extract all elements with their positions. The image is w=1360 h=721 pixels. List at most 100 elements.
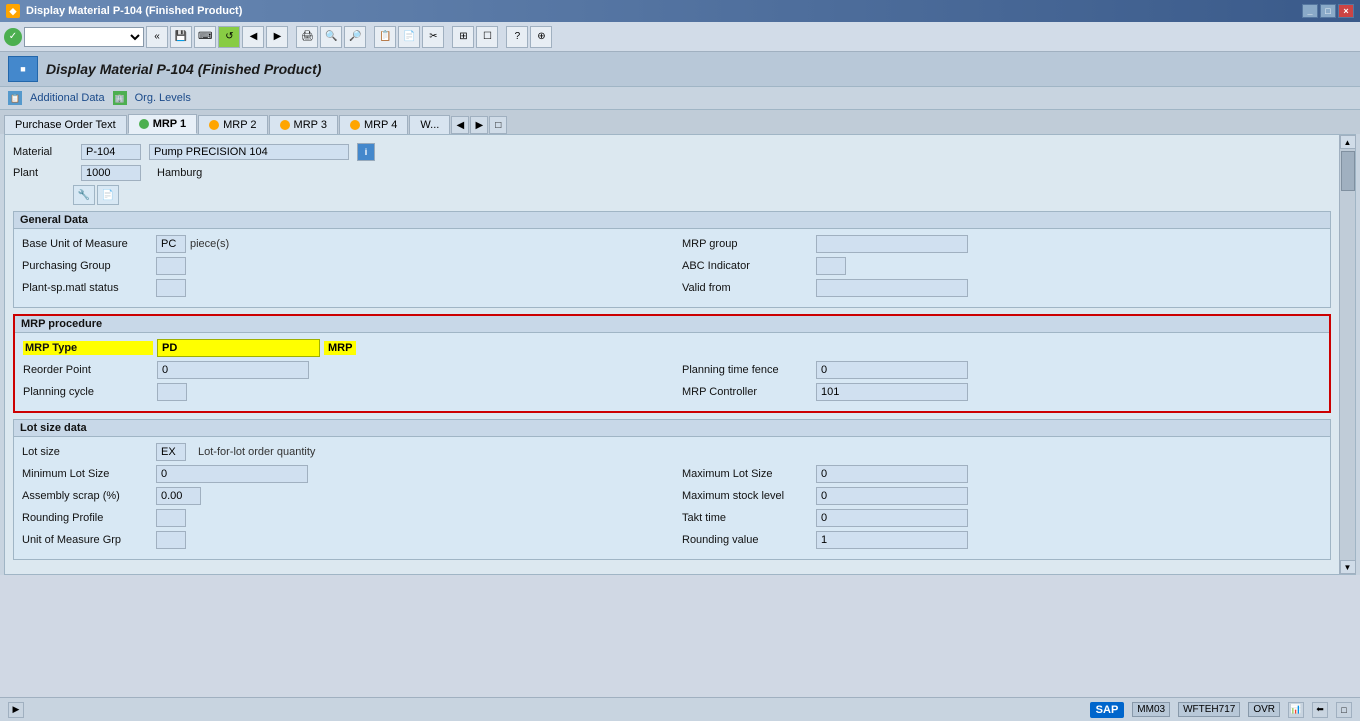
scroll-down-btn[interactable]: ▼ bbox=[1340, 560, 1356, 574]
mrp-group-field[interactable] bbox=[816, 235, 968, 253]
min-lot-size-field[interactable] bbox=[156, 465, 308, 483]
valid-from-label: Valid from bbox=[682, 282, 812, 294]
tab-purchase-order-text[interactable]: Purchase Order Text bbox=[4, 115, 127, 134]
material-info-btn[interactable]: i bbox=[357, 143, 375, 161]
org-levels-link[interactable]: Org. Levels bbox=[135, 92, 191, 104]
shortcut-btn[interactable]: ⌨ bbox=[194, 26, 216, 48]
purchasing-group-label: Purchasing Group bbox=[22, 260, 152, 272]
plant-label: Plant bbox=[13, 167, 73, 179]
local-btn[interactable]: ☐ bbox=[476, 26, 498, 48]
min-lot-size-row: Minimum Lot Size bbox=[22, 465, 662, 483]
find-btn[interactable]: 🔍 bbox=[320, 26, 342, 48]
tab-mrp2[interactable]: MRP 2 bbox=[198, 115, 267, 134]
planning-cycle-field[interactable] bbox=[157, 383, 187, 401]
tab-mrp4-dot bbox=[350, 120, 360, 130]
scroll-up-btn[interactable]: ▲ bbox=[1340, 135, 1356, 149]
tab-label: MRP 4 bbox=[364, 119, 397, 131]
mrp-type-code[interactable] bbox=[157, 339, 320, 357]
abc-indicator-field[interactable] bbox=[816, 257, 846, 275]
plant-value: 1000 bbox=[81, 165, 141, 181]
status-btn3[interactable]: □ bbox=[1336, 702, 1352, 718]
save-btn[interactable]: 💾 bbox=[170, 26, 192, 48]
rounding-profile-row: Rounding Profile bbox=[22, 509, 662, 527]
mrp-controller-field[interactable] bbox=[816, 383, 968, 401]
max-stock-level-field[interactable] bbox=[816, 487, 968, 505]
sysmenu-btn[interactable]: ⊕ bbox=[530, 26, 552, 48]
abc-indicator-row: ABC Indicator bbox=[682, 257, 1322, 275]
page-title: Display Material P-104 (Finished Product… bbox=[46, 61, 321, 77]
tab-mrp3[interactable]: MRP 3 bbox=[269, 115, 338, 134]
rounding-value-field[interactable] bbox=[816, 531, 968, 549]
tab-label: MRP 1 bbox=[153, 118, 186, 130]
assembly-scrap-label: Assembly scrap (%) bbox=[22, 490, 152, 502]
tab-mrp1-dot bbox=[139, 119, 149, 129]
rounding-value-label: Rounding value bbox=[682, 534, 812, 546]
main-area: ■ Display Material P-104 (Finished Produ… bbox=[0, 52, 1360, 575]
minimize-btn[interactable]: _ bbox=[1302, 4, 1318, 18]
help-btn[interactable]: ? bbox=[506, 26, 528, 48]
tab-next-btn[interactable]: ▶ bbox=[470, 116, 488, 134]
scrollbar[interactable]: ▲ ▼ bbox=[1339, 135, 1355, 574]
reorder-point-row: Reorder Point bbox=[23, 361, 662, 379]
max-lot-size-label: Maximum Lot Size bbox=[682, 468, 812, 480]
mrp-controller-row: MRP Controller bbox=[682, 383, 1321, 401]
user-badge: WFTEH717 bbox=[1178, 702, 1240, 717]
planning-cycle-label: Planning cycle bbox=[23, 386, 153, 398]
transaction-badge: MM03 bbox=[1132, 702, 1170, 717]
lot-size-field[interactable] bbox=[156, 443, 186, 461]
back-btn[interactable]: « bbox=[146, 26, 168, 48]
tab-w[interactable]: W... bbox=[409, 115, 450, 134]
reorder-point-field[interactable] bbox=[157, 361, 309, 379]
rounding-profile-field[interactable] bbox=[156, 509, 186, 527]
icon-btn-1[interactable]: 🔧 bbox=[73, 185, 95, 205]
print-btn[interactable]: 🖨 bbox=[296, 26, 318, 48]
mrp-type-label: MRP Type bbox=[23, 341, 153, 355]
paste-btn[interactable]: 📄 bbox=[398, 26, 420, 48]
nav-next[interactable]: ▶ bbox=[266, 26, 288, 48]
close-btn[interactable]: × bbox=[1338, 4, 1354, 18]
refresh-btn[interactable]: ↺ bbox=[218, 26, 240, 48]
tab-prev-btn[interactable]: ◀ bbox=[451, 116, 469, 134]
plant-status-row: Plant-sp.matl status bbox=[22, 279, 662, 297]
unit-measure-grp-field[interactable] bbox=[156, 531, 186, 549]
maximize-btn[interactable]: □ bbox=[1320, 4, 1336, 18]
base-unit-field[interactable] bbox=[156, 235, 186, 253]
lot-size-section: Lot size data Lot size Lot-for-lot order… bbox=[13, 419, 1331, 560]
lot-size-title: Lot size data bbox=[14, 420, 1330, 437]
max-lot-size-field[interactable] bbox=[816, 465, 968, 483]
find2-btn[interactable]: 🔎 bbox=[344, 26, 366, 48]
planning-time-fence-field[interactable] bbox=[816, 361, 968, 379]
base-unit-unit: piece(s) bbox=[190, 238, 229, 250]
valid-from-row: Valid from bbox=[682, 279, 1322, 297]
scrollbar-thumb[interactable] bbox=[1341, 151, 1355, 191]
takt-time-field[interactable] bbox=[816, 509, 968, 527]
page-header-icon: ■ bbox=[8, 56, 38, 82]
tab-mrp1[interactable]: MRP 1 bbox=[128, 114, 197, 134]
nav-prev[interactable]: ◀ bbox=[242, 26, 264, 48]
copy-btn[interactable]: 📋 bbox=[374, 26, 396, 48]
sap-logo: SAP bbox=[1090, 702, 1125, 718]
valid-from-field[interactable] bbox=[816, 279, 968, 297]
status-nav-btn[interactable]: ▶ bbox=[8, 702, 24, 718]
takt-time-row: Takt time bbox=[682, 509, 1322, 527]
base-unit-row: Base Unit of Measure piece(s) bbox=[22, 235, 662, 253]
mode-badge: OVR bbox=[1248, 702, 1280, 717]
window-title: Display Material P-104 (Finished Product… bbox=[26, 5, 242, 17]
plant-status-field[interactable] bbox=[156, 279, 186, 297]
cut-btn[interactable]: ✂ bbox=[422, 26, 444, 48]
arrange-btn[interactable]: ⊞ bbox=[452, 26, 474, 48]
tab-maximize-btn[interactable]: □ bbox=[489, 116, 507, 134]
purchasing-group-field[interactable] bbox=[156, 257, 186, 275]
page-header: ■ Display Material P-104 (Finished Produ… bbox=[0, 52, 1360, 87]
command-field[interactable] bbox=[24, 27, 144, 47]
assembly-scrap-field[interactable] bbox=[156, 487, 201, 505]
rounding-value-row: Rounding value bbox=[682, 531, 1322, 549]
status-btn2[interactable]: ⬅ bbox=[1312, 702, 1328, 718]
plant-description: Hamburg bbox=[157, 167, 202, 179]
max-stock-level-row: Maximum stock level bbox=[682, 487, 1322, 505]
icon-btn-2[interactable]: 📄 bbox=[97, 185, 119, 205]
toolbar: ✓ « 💾 ⌨ ↺ ◀ ▶ 🖨 🔍 🔎 📋 📄 ✂ ⊞ ☐ ? ⊕ bbox=[0, 22, 1360, 52]
additional-data-link[interactable]: Additional Data bbox=[30, 92, 105, 104]
tab-mrp4[interactable]: MRP 4 bbox=[339, 115, 408, 134]
status-btn1[interactable]: 📊 bbox=[1288, 702, 1304, 718]
